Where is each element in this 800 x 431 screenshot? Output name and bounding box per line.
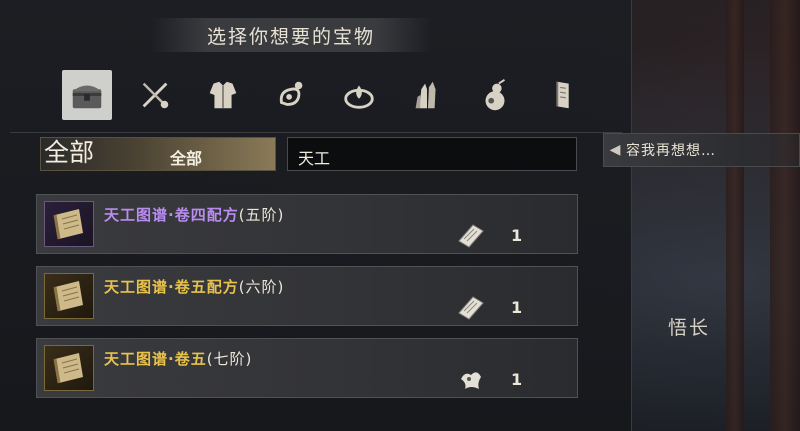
category-filter-large-label: 全部 bbox=[44, 138, 95, 167]
item-grade: (六阶) bbox=[238, 278, 285, 296]
treasure-selection-panel: 选择你想要的宝物 全部 全部 天工 天工图谱·卷四配方(五阶) 1 天工图谱·卷… bbox=[0, 0, 632, 431]
book-icon bbox=[556, 81, 569, 109]
item-name: 天工图谱·卷五(七阶) bbox=[104, 348, 252, 369]
tab-accessory[interactable] bbox=[266, 70, 316, 120]
title-bar: 选择你想要的宝物 bbox=[150, 18, 432, 52]
scroll-icon bbox=[53, 209, 83, 240]
item-icon-frame bbox=[44, 273, 94, 319]
background-pillar bbox=[726, 0, 744, 431]
accessory-icon bbox=[279, 81, 303, 106]
tab-crystal[interactable] bbox=[402, 70, 452, 120]
treasure-chest-icon bbox=[72, 85, 102, 109]
tab-book[interactable] bbox=[538, 70, 588, 120]
tab-gourd[interactable] bbox=[470, 70, 520, 120]
elixir-icon bbox=[344, 85, 374, 109]
tab-divider bbox=[10, 132, 622, 133]
item-grade: (五阶) bbox=[238, 206, 285, 224]
chevron-left-icon: ◀ bbox=[609, 142, 621, 158]
item-count: 1 bbox=[511, 298, 523, 317]
tab-armor[interactable] bbox=[198, 70, 248, 120]
scroll-icon bbox=[53, 281, 83, 312]
category-tabs bbox=[62, 70, 588, 120]
back-button[interactable]: ◀ 容我再想想… bbox=[603, 133, 800, 167]
crystal-icon bbox=[415, 81, 436, 109]
item-grade: (七阶) bbox=[206, 350, 253, 368]
tab-elixir[interactable] bbox=[334, 70, 384, 120]
paper-icon bbox=[458, 224, 484, 248]
item-list: 天工图谱·卷四配方(五阶) 1 天工图谱·卷五配方(六阶) 1 天工图谱·卷五(七阶) 1 bbox=[36, 194, 578, 410]
item-name: 天工图谱·卷五配方(六阶) bbox=[104, 276, 284, 297]
item-row[interactable]: 天工图谱·卷四配方(五阶) 1 bbox=[36, 194, 578, 254]
item-row[interactable]: 天工图谱·卷五配方(六阶) 1 bbox=[36, 266, 578, 326]
item-count: 1 bbox=[511, 370, 523, 389]
item-count: 1 bbox=[511, 226, 523, 245]
crossed-weapons-icon bbox=[142, 82, 169, 109]
tab-weapons[interactable] bbox=[130, 70, 180, 120]
item-icon-frame bbox=[44, 201, 94, 247]
item-title: 天工图谱·卷五 bbox=[104, 350, 207, 368]
item-name: 天工图谱·卷四配方(五阶) bbox=[104, 204, 284, 225]
background-pillar bbox=[770, 0, 800, 431]
panel-title: 选择你想要的宝物 bbox=[206, 25, 375, 48]
gourd-icon bbox=[485, 79, 506, 111]
npc-name: 悟长 bbox=[668, 317, 711, 339]
tab-all-treasure[interactable] bbox=[62, 70, 112, 120]
item-row[interactable]: 天工图谱·卷五(七阶) 1 bbox=[36, 338, 578, 398]
search-input[interactable]: 天工 bbox=[287, 137, 577, 171]
item-title: 天工图谱·卷五配方 bbox=[104, 278, 239, 296]
paper-icon bbox=[458, 296, 484, 320]
category-filter-label: 全部 bbox=[170, 149, 203, 168]
claw-icon bbox=[461, 372, 481, 389]
item-title: 天工图谱·卷四配方 bbox=[104, 206, 239, 224]
scroll-icon bbox=[53, 353, 83, 384]
armor-icon bbox=[209, 81, 237, 109]
back-button-label: 容我再想想… bbox=[626, 143, 716, 159]
item-icon-frame bbox=[44, 345, 94, 391]
